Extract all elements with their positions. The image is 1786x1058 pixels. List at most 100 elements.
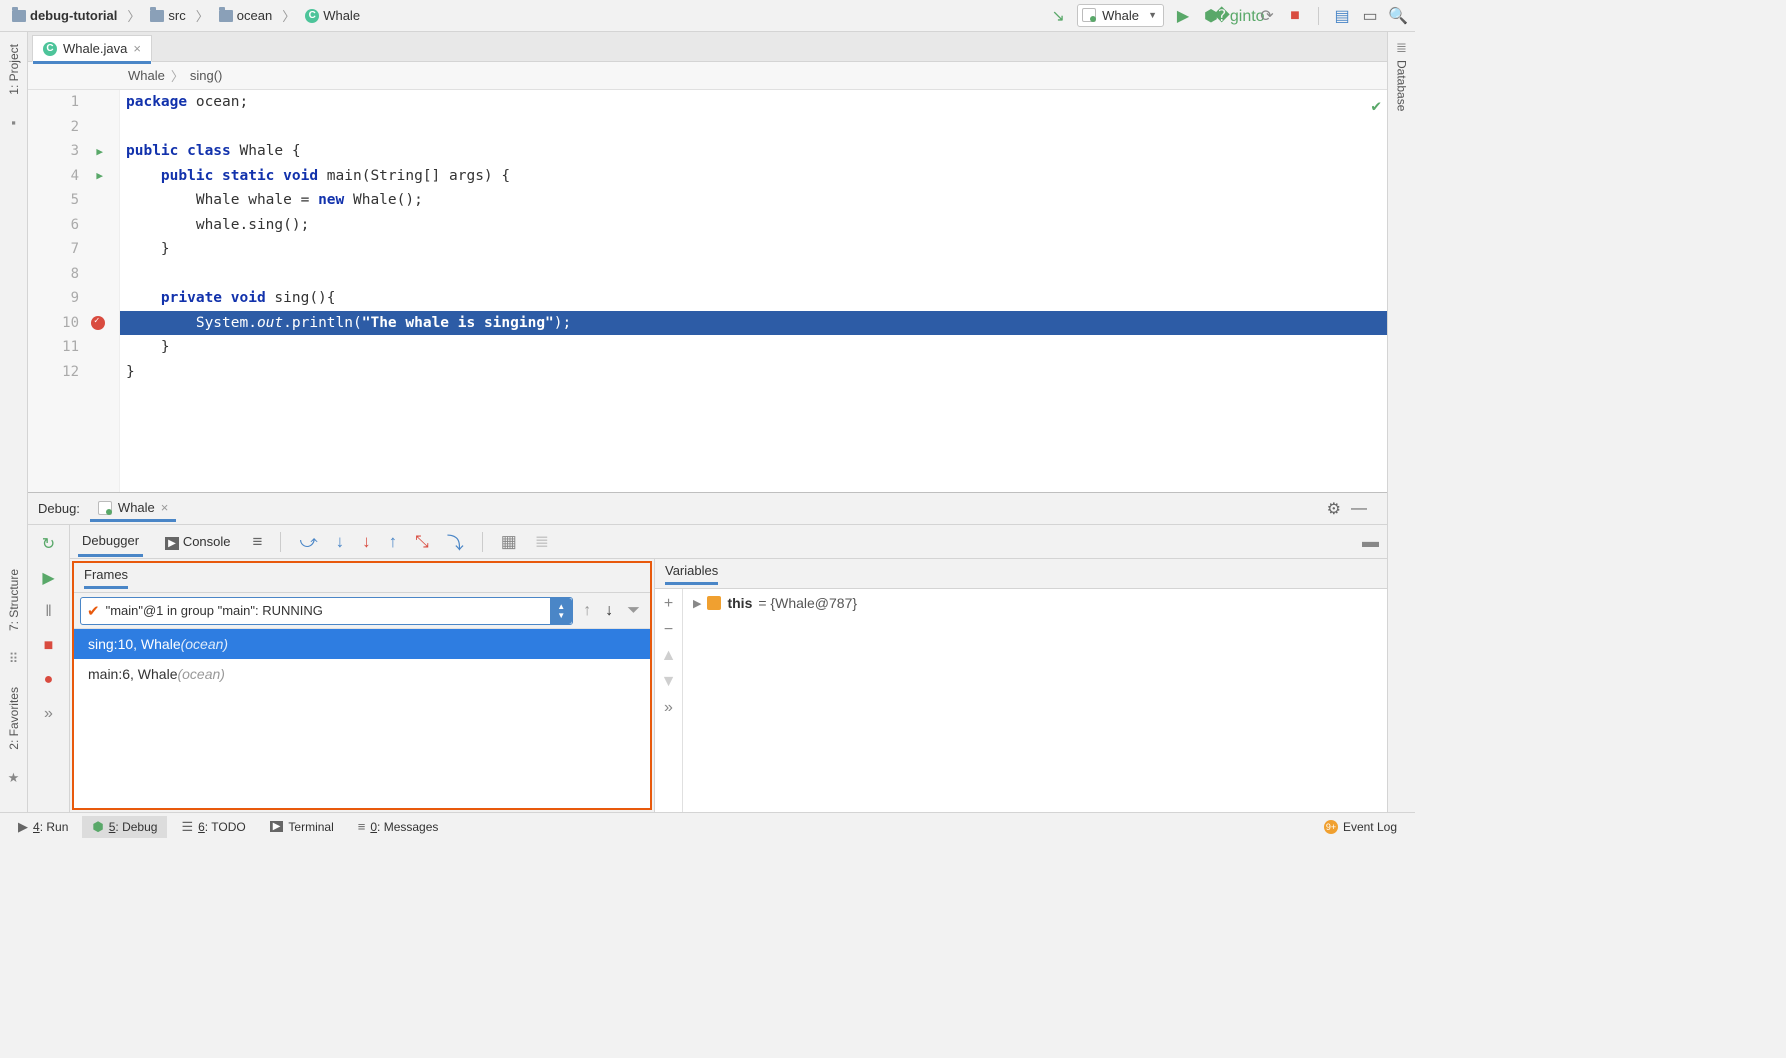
profile-icon[interactable]: ⟳ — [1258, 7, 1276, 25]
folder-icon — [150, 10, 164, 22]
run-line-icon[interactable]: ▶ — [96, 145, 103, 158]
search-icon[interactable]: 🔍 — [1389, 7, 1407, 25]
more-icon[interactable]: » — [38, 703, 60, 725]
build-icon[interactable]: ↘ — [1049, 7, 1067, 25]
statusbar-eventlog[interactable]: 9+ Event Log — [1314, 817, 1407, 837]
stop-icon[interactable]: ■ — [1286, 7, 1304, 25]
thread-select[interactable]: ✔ "main"@1 in group "main": RUNNING ▲▼ — [80, 597, 573, 625]
chevron-right-icon: 〉 — [127, 6, 140, 25]
code-text: "The whale is singing" — [362, 315, 554, 331]
sidebar-project[interactable]: 1: Project — [7, 40, 21, 99]
code-area[interactable]: ✔ package ocean; public class Whale { pu… — [120, 90, 1387, 492]
editor-gutter[interactable]: 1 2 3▶ 4▶ 5 6 7 8 9 10 11 12 — [28, 90, 120, 492]
frame-row[interactable]: sing:10, Whale (ocean) — [74, 629, 650, 659]
code-text: System. — [126, 315, 257, 331]
sidebar-favorites[interactable]: 2: Favorites — [7, 683, 21, 754]
step-over-icon[interactable]: ⤻ — [299, 532, 317, 552]
layout-icon[interactable]: ▬ — [1362, 532, 1379, 552]
run-icon[interactable]: ▶ — [1174, 7, 1192, 25]
breadcrumb-package[interactable]: ocean — [215, 6, 276, 25]
step-out-icon[interactable]: ↑ — [389, 532, 398, 552]
frame-text: main:6, Whale — [88, 666, 177, 682]
remove-watch-icon[interactable]: − — [664, 621, 673, 639]
sidebar-database[interactable]: Database — [1395, 56, 1409, 115]
variable-value: = {Whale@787} — [758, 595, 857, 611]
coverage-icon[interactable]: �ginto — [1230, 7, 1248, 25]
resume-icon[interactable]: ▶ — [38, 567, 60, 589]
run-config-select[interactable]: Whale — [1077, 4, 1164, 27]
breadcrumb-project[interactable]: debug-tutorial — [8, 6, 121, 25]
debug-tool-window: Debug: Whale × ⚙ — ↻ ▶ ‖ ■ ● » — [28, 492, 1387, 812]
line-number: 8 — [71, 266, 79, 282]
debug-icon: ⬢ — [92, 819, 103, 835]
tab-debugger[interactable]: Debugger — [78, 527, 143, 557]
stepper-icon[interactable]: ▲▼ — [550, 598, 572, 624]
inspection-ok-icon[interactable]: ✔ — [1371, 96, 1381, 115]
gear-icon[interactable]: ⚙ — [1327, 499, 1341, 519]
run-line-icon[interactable]: ▶ — [96, 169, 103, 182]
database-icon: ≣ — [1396, 40, 1407, 56]
crumb-class[interactable]: Whale — [128, 68, 165, 83]
class-icon — [305, 9, 319, 23]
more-icon[interactable]: » — [664, 699, 673, 717]
line-number: 6 — [71, 217, 79, 233]
crumb-method[interactable]: sing() — [190, 68, 223, 83]
code-text: new — [318, 192, 353, 208]
statusbar-todo[interactable]: ☰6: TODO — [171, 816, 255, 838]
expand-icon[interactable]: ▭ — [1361, 7, 1379, 25]
pause-icon[interactable]: ‖ — [38, 601, 60, 623]
line-number: 4 — [71, 168, 79, 184]
add-watch-icon[interactable]: + — [664, 595, 673, 613]
minimize-icon[interactable]: — — [1351, 500, 1367, 518]
statusbar-messages[interactable]: ≡0: Messages — [348, 816, 449, 837]
frame-row[interactable]: main:6, Whale (ocean) — [74, 659, 650, 689]
code-text: Whale(); — [353, 192, 423, 208]
down-icon[interactable]: ▼ — [661, 673, 677, 691]
close-icon[interactable]: × — [133, 41, 141, 56]
project-structure-icon[interactable]: ▤ — [1333, 7, 1351, 25]
breadcrumb-package-label: ocean — [237, 8, 272, 23]
close-icon[interactable]: × — [161, 500, 169, 515]
tab-console[interactable]: ▶Console — [161, 528, 234, 555]
filter-icon[interactable]: ⏷ — [623, 602, 644, 620]
sidebar-structure[interactable]: 7: Structure — [7, 565, 21, 635]
code-text: private void — [126, 290, 274, 306]
frame-text: sing:10, Whale — [88, 636, 181, 652]
next-frame-icon[interactable]: ↓ — [601, 602, 617, 620]
code-text: public class — [126, 143, 240, 159]
status-bar: ▶4: Run ⬢5: Debug ☰6: TODO ▶Terminal ≡0:… — [0, 812, 1415, 840]
frames-list[interactable]: sing:10, Whale (ocean) main:6, Whale (oc… — [74, 629, 650, 808]
debug-session-label: Whale — [118, 500, 155, 515]
threads-icon[interactable]: ≡ — [253, 532, 263, 552]
debug-session-tab[interactable]: Whale × — [90, 496, 176, 522]
force-step-into-icon[interactable]: ↓ — [362, 532, 371, 552]
statusbar-run[interactable]: ▶4: Run — [8, 816, 78, 838]
statusbar-terminal[interactable]: ▶Terminal — [260, 817, 344, 837]
breadcrumb-class[interactable]: Whale — [301, 6, 364, 25]
run-icon: ▶ — [18, 819, 28, 835]
drop-frame-icon[interactable]: ⤡ — [415, 532, 429, 552]
eventlog-label: Event Log — [1343, 820, 1397, 834]
rerun-icon[interactable]: ↻ — [38, 533, 60, 555]
object-icon — [707, 596, 721, 610]
run-config-icon — [98, 501, 112, 515]
run-to-cursor-icon[interactable]: ⤵ — [447, 529, 464, 554]
statusbar-terminal-label: Terminal — [288, 820, 333, 834]
step-into-icon[interactable]: ↓ — [336, 532, 345, 552]
variable-row[interactable]: ▶ this = {Whale@787} — [683, 589, 1387, 617]
prev-frame-icon[interactable]: ↑ — [579, 602, 595, 620]
expand-icon[interactable]: ▶ — [693, 597, 701, 610]
code-editor[interactable]: 1 2 3▶ 4▶ 5 6 7 8 9 10 11 12 ✔ package o… — [28, 90, 1387, 492]
evaluate-icon[interactable]: ▦ — [501, 532, 517, 552]
class-icon — [43, 42, 57, 56]
stop-icon[interactable]: ■ — [38, 635, 60, 657]
statusbar-debug[interactable]: ⬢5: Debug — [82, 816, 167, 838]
breadcrumb-src[interactable]: src — [146, 6, 189, 25]
breakpoint-icon[interactable] — [91, 316, 105, 330]
trace-icon[interactable]: ≣ — [535, 532, 549, 552]
code-text: package — [126, 94, 196, 110]
up-icon[interactable]: ▲ — [661, 647, 677, 665]
view-breakpoints-icon[interactable]: ● — [38, 669, 60, 691]
code-text: } — [126, 241, 170, 257]
file-tab-whale[interactable]: Whale.java × — [32, 35, 152, 62]
